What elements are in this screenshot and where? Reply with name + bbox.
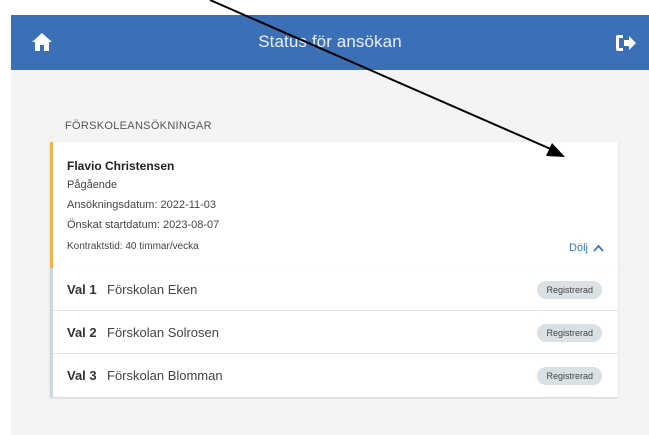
status-badge: Registrerad [537, 281, 602, 299]
choice-school: Förskolan Solrosen [107, 325, 219, 340]
contract-time: Kontraktstid: 40 timmar/vecka [67, 241, 199, 252]
section-title: FÖRSKOLEANSÖKNINGAR [65, 120, 212, 132]
applicant-name: Flavio Christensen [67, 159, 175, 173]
choice-label: Val 2 [67, 325, 97, 340]
status-badge: Registrerad [537, 367, 602, 385]
preschool-choices: Val 1 Förskolan Eken Registrerad Val 2 F… [50, 268, 618, 397]
application-date: Ansökningsdatum: 2022-11-03 [67, 199, 217, 211]
application-card: Flavio Christensen Pågående Ansökningsda… [50, 142, 618, 268]
application-status: Pågående [67, 179, 118, 191]
choice-row[interactable]: Val 1 Förskolan Eken Registrerad [53, 268, 618, 311]
hide-details-toggle[interactable]: Dölj [569, 242, 604, 254]
choice-row[interactable]: Val 3 Förskolan Blomman Registrerad [53, 354, 618, 397]
choice-label: Val 3 [67, 368, 97, 383]
app-header: Status för ansökan [11, 15, 649, 70]
logout-icon[interactable] [615, 34, 637, 52]
status-badge: Registrerad [537, 324, 602, 342]
desired-start-date: Önskat startdatum: 2023-08-07 [67, 219, 220, 231]
page-title: Status för ansökan [258, 32, 402, 51]
choice-school: Förskolan Eken [107, 282, 198, 297]
choice-school: Förskolan Blomman [107, 368, 223, 383]
choice-row[interactable]: Val 2 Förskolan Solrosen Registrerad [53, 311, 618, 354]
choice-label: Val 1 [67, 282, 97, 297]
hide-details-label: Dölj [569, 242, 588, 254]
chevron-up-icon [593, 244, 604, 252]
